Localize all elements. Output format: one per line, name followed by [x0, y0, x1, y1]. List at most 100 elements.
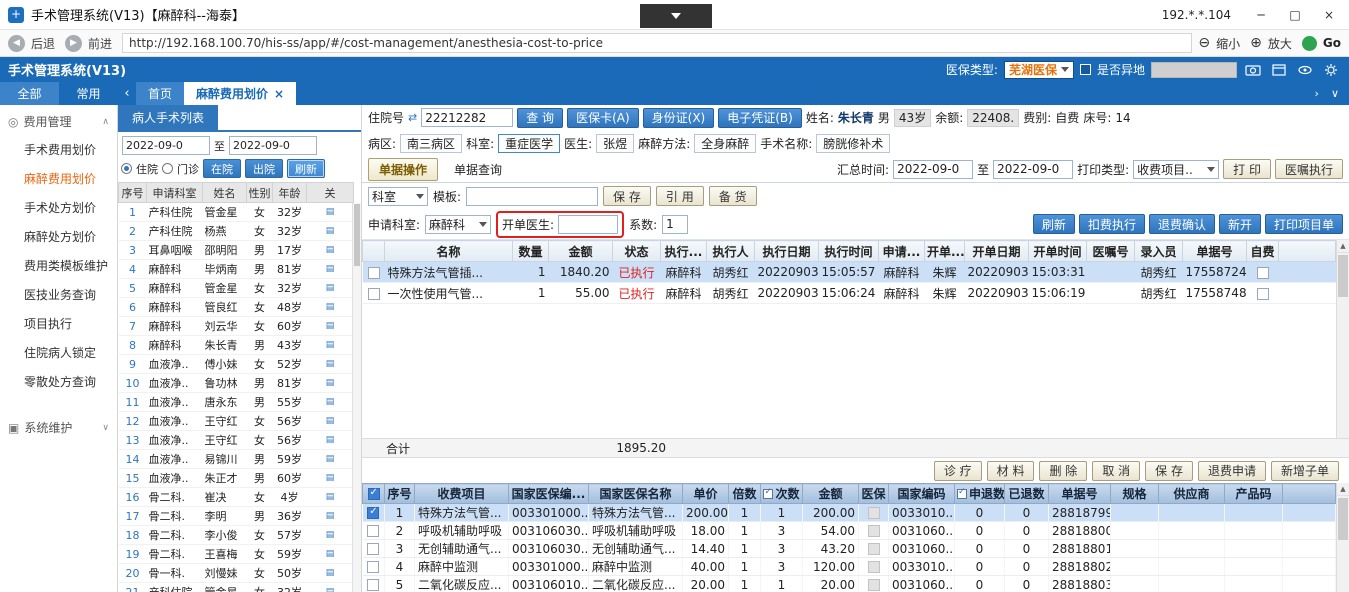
refresh-button[interactable]: 刷新: [1032, 214, 1075, 234]
sidebar-item-surgery-cost[interactable]: 手术费用划价: [0, 136, 117, 165]
tab-anesthesia-cost[interactable]: 麻醉费用划价 ×: [184, 82, 297, 105]
patient-list-tab[interactable]: 病人手术列表: [118, 105, 219, 130]
col-relation[interactable]: 关: [306, 182, 354, 203]
record-icon[interactable]: ▤: [326, 340, 335, 350]
patient-list-scrollbar[interactable]: [352, 203, 361, 592]
insurance-type-select[interactable]: 芜湖医保: [1003, 60, 1074, 79]
record-icon[interactable]: ▤: [326, 511, 335, 521]
gear-icon[interactable]: [1321, 62, 1341, 78]
evoucher-button[interactable]: 电子凭证(B): [718, 107, 802, 128]
record-icon[interactable]: ▤: [326, 378, 335, 388]
patient-row[interactable]: 8 麻醉科 朱长青 男 43岁 ▤: [118, 335, 354, 355]
charge-execute-button[interactable]: 扣费执行: [1078, 214, 1145, 234]
record-icon[interactable]: ▤: [326, 587, 335, 592]
discharged-button[interactable]: 出院: [245, 159, 283, 178]
patient-row[interactable]: 21 产科住院 管金星 女 32岁 ▤: [118, 582, 354, 592]
tab-document-query[interactable]: 单据查询: [444, 159, 512, 180]
patient-row[interactable]: 7 麻醉科 刘云华 女 60岁 ▤: [118, 316, 354, 336]
filter-all-tab[interactable]: 全部: [0, 82, 59, 105]
patient-row[interactable]: 14 血液净.. 易锦川 男 59岁 ▤: [118, 449, 354, 469]
sidebar-item-scattered-prescription[interactable]: 零散处方查询: [0, 368, 117, 397]
col-sex[interactable]: 性别: [246, 182, 273, 203]
tabs-back-icon[interactable]: ‹: [118, 82, 136, 105]
sidebar-section-fee[interactable]: ◎ 费用管理 ∧: [0, 105, 117, 136]
patient-row[interactable]: 9 血液净.. 傅小妹 女 52岁 ▤: [118, 354, 354, 374]
zoom-in-icon[interactable]: ⊕: [1250, 35, 1262, 51]
sidebar-item-item-execution[interactable]: 项目执行: [0, 310, 117, 339]
outpatient-radio-label[interactable]: 门诊: [177, 161, 199, 177]
minimize-button[interactable]: ─: [1249, 8, 1273, 22]
col-dept[interactable]: 申请科室: [146, 182, 203, 203]
scroll-up-icon[interactable]: ▲: [1337, 483, 1349, 496]
admission-no-input[interactable]: [421, 108, 514, 127]
col-bill-no[interactable]: 单据号: [1182, 240, 1247, 262]
summary-from-input[interactable]: [893, 159, 974, 179]
col-item-name[interactable]: 名称: [384, 240, 513, 262]
col-exec-dept[interactable]: 执行...: [660, 240, 707, 262]
detail-row[interactable]: 2 呼吸机辅助呼吸 003106030... 呼吸机辅助呼吸 18.00 1 3…: [362, 521, 1336, 540]
date-to-input[interactable]: [229, 136, 317, 155]
record-icon[interactable]: ▤: [326, 568, 335, 578]
record-icon[interactable]: ▤: [326, 359, 335, 369]
patient-row[interactable]: 6 麻醉科 管良红 女 48岁 ▤: [118, 297, 354, 317]
col-refund-request[interactable]: 申退数: [954, 483, 1005, 504]
record-icon[interactable]: ▤: [326, 321, 335, 331]
filter-common-tab[interactable]: 常用: [59, 82, 118, 105]
refresh-list-button[interactable]: 刷新: [287, 159, 325, 178]
col-select-all[interactable]: [362, 483, 385, 504]
coefficient-input[interactable]: [662, 214, 689, 234]
add-suborder-button[interactable]: 新增子单: [1270, 460, 1339, 481]
col-bill-no[interactable]: 单据号: [1048, 483, 1111, 504]
row-select-checkbox[interactable]: [367, 543, 380, 555]
col-entry-user[interactable]: 录入员: [1134, 240, 1183, 262]
detail-row[interactable]: 1 特殊方法气管... 003301000... 特殊方法气管... 200.0…: [362, 503, 1336, 522]
col-select[interactable]: [362, 240, 385, 262]
cite-template-button[interactable]: 引 用: [655, 186, 704, 206]
charge-row[interactable]: 特殊方法气管插... 1 1840.20 已执行 麻醉科 胡秀红 2022090…: [362, 261, 1336, 283]
print-button[interactable]: 打 印: [1223, 159, 1271, 179]
delete-button[interactable]: 删 除: [1039, 460, 1088, 481]
treatment-button[interactable]: 诊 疗: [933, 460, 982, 481]
row-checkbox[interactable]: [367, 287, 380, 300]
detail-row[interactable]: 4 麻醉中监测 003301000... 麻醉中监测 40.00 1 3 120…: [362, 557, 1336, 576]
window-menu-tab[interactable]: [640, 4, 712, 28]
outpatient-radio[interactable]: [162, 163, 173, 174]
window-icon[interactable]: [1269, 62, 1289, 78]
insurance-card-button[interactable]: 医保卡(A): [567, 107, 639, 128]
charge-row[interactable]: 一次性使用气管... 1 55.00 已执行 麻醉科 胡秀红 20220903 …: [362, 282, 1336, 304]
col-insurance-flag[interactable]: 医保: [858, 483, 889, 504]
tab-home[interactable]: 首页: [136, 82, 185, 105]
record-icon[interactable]: ▤: [326, 435, 335, 445]
select-all-checkbox[interactable]: [367, 487, 380, 500]
back-button[interactable]: 后退: [31, 35, 55, 52]
scrollbar-thumb[interactable]: [354, 204, 360, 266]
zoom-in-button[interactable]: 放大: [1268, 35, 1292, 52]
col-amount[interactable]: 金额: [548, 240, 613, 262]
col-status[interactable]: 状态: [612, 240, 661, 262]
patient-row[interactable]: 18 骨二科. 李小俊 女 57岁 ▤: [118, 525, 354, 545]
tab-document-operation[interactable]: 单据操作: [368, 157, 439, 181]
col-order-date[interactable]: 开单日期: [964, 240, 1029, 262]
record-icon[interactable]: ▤: [326, 492, 335, 502]
url-input[interactable]: [122, 33, 1193, 53]
col-product-code[interactable]: 产品码: [1224, 483, 1283, 504]
record-icon[interactable]: ▤: [326, 226, 335, 236]
sidebar-item-inpatient-lock[interactable]: 住院病人锁定: [0, 339, 117, 368]
query-button[interactable]: 查 询: [517, 107, 564, 128]
col-supplier[interactable]: 供应商: [1158, 483, 1225, 504]
patient-row[interactable]: 17 骨二科. 李明 男 36岁 ▤: [118, 506, 354, 526]
patient-row[interactable]: 3 耳鼻咽喉 邵明阳 男 17岁 ▤: [118, 240, 354, 260]
close-tab-icon[interactable]: ×: [274, 87, 284, 101]
swap-number-type-icon[interactable]: ⇄: [408, 111, 417, 124]
col-amount[interactable]: 金额: [802, 483, 859, 504]
scroll-up-icon[interactable]: ▲: [1337, 240, 1349, 253]
id-card-button[interactable]: 身份证(X): [642, 107, 715, 128]
go-button[interactable]: Go: [1323, 36, 1341, 50]
col-order-no[interactable]: 医嘱号: [1086, 240, 1135, 262]
detail-row[interactable]: 3 无创辅助通气... 003106030... 无创辅助通气... 14.40…: [362, 539, 1336, 558]
record-icon[interactable]: ▤: [326, 302, 335, 312]
inpatient-radio[interactable]: [121, 163, 132, 174]
col-insurance-name[interactable]: 国家医保名称: [588, 483, 683, 504]
col-times[interactable]: 次数: [760, 483, 803, 504]
patient-row[interactable]: 15 血液净.. 朱正才 男 60岁 ▤: [118, 468, 354, 488]
